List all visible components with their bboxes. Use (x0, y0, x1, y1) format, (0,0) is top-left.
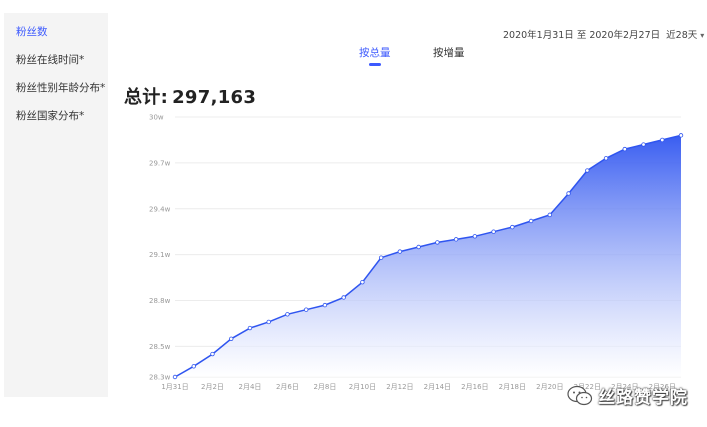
x-tick-label: 2月6日 (276, 383, 299, 391)
data-point[interactable] (472, 234, 478, 239)
data-point[interactable] (622, 146, 627, 152)
data-point[interactable] (247, 325, 253, 331)
y-tick-label: 28.5w (149, 343, 171, 351)
wechat-icon (567, 385, 593, 405)
y-tick-label: 29.4w (149, 205, 171, 213)
data-point[interactable] (360, 279, 365, 285)
data-point[interactable] (566, 191, 571, 196)
x-tick-label: 2月14日 (424, 383, 451, 391)
watermark: 丝路赞学院 (566, 383, 688, 408)
data-point[interactable] (341, 295, 346, 300)
x-tick-label: 2月18日 (499, 383, 526, 391)
data-point[interactable] (322, 302, 328, 308)
fans-count-area-chart: 28.3w 28.5w 28.8w 29.1w 29.4w 29.7w 30w 1月31日 2… (149, 114, 684, 391)
x-tick-label: 2月8日 (313, 383, 336, 391)
data-point[interactable] (285, 312, 290, 317)
data-point[interactable] (491, 229, 496, 234)
x-tick-label: 2月12日 (386, 383, 413, 391)
data-point[interactable] (191, 364, 196, 369)
data-point[interactable] (510, 224, 515, 230)
x-tick-label: 2月4日 (239, 383, 262, 391)
data-point[interactable] (303, 307, 309, 312)
y-tick-label: 29.1w (149, 251, 171, 259)
y-tick-label: 29.7w (149, 159, 171, 167)
series-area (175, 135, 681, 377)
data-point[interactable] (435, 240, 440, 245)
data-point[interactable] (397, 249, 403, 254)
data-point[interactable] (266, 319, 271, 325)
watermark-text: 丝路赞学院 (598, 388, 688, 408)
x-tick-label: 1月31日 (161, 383, 188, 391)
y-tick-label: 28.3w (149, 374, 171, 382)
y-tick-label: 30w (149, 114, 164, 122)
data-point[interactable] (210, 351, 215, 357)
data-point[interactable] (172, 374, 178, 380)
data-point[interactable] (603, 156, 609, 161)
y-tick-label: 28.8w (149, 297, 171, 305)
data-point[interactable] (585, 168, 590, 173)
x-tick-label: 2月10日 (349, 383, 376, 391)
data-point[interactable] (416, 244, 421, 250)
data-point[interactable] (528, 218, 534, 224)
data-point[interactable] (641, 142, 646, 147)
data-point[interactable] (229, 336, 234, 341)
data-point[interactable] (547, 212, 553, 218)
data-point[interactable] (378, 255, 384, 260)
data-point[interactable] (660, 137, 665, 143)
data-point[interactable] (678, 133, 684, 138)
data-point[interactable] (453, 237, 459, 242)
x-tick-label: 2月20日 (536, 383, 563, 391)
x-tick-label: 2月16日 (461, 383, 488, 391)
x-tick-label: 2月2日 (201, 383, 224, 391)
